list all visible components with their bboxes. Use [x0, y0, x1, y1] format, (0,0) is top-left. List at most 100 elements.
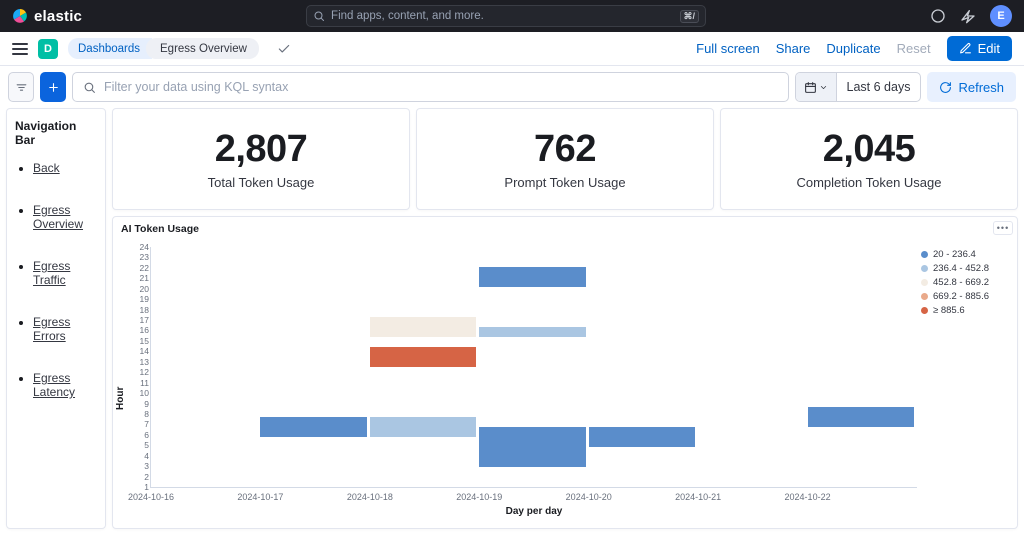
panel-options-icon[interactable]: ••• — [993, 221, 1013, 235]
y-tick: 24 — [133, 242, 149, 252]
kql-placeholder: Filter your data using KQL syntax — [104, 80, 288, 94]
heatmap-cell[interactable] — [370, 347, 476, 367]
y-tick: 10 — [133, 388, 149, 398]
metric-label: Prompt Token Usage — [504, 175, 625, 190]
edit-button[interactable]: Edit — [947, 36, 1012, 61]
calendar-icon — [796, 73, 837, 101]
integrations-icon[interactable] — [960, 8, 976, 24]
brand-label: elastic — [34, 8, 82, 25]
elastic-logo-icon — [12, 8, 28, 24]
y-tick: 11 — [133, 378, 149, 388]
legend-swatch — [921, 251, 928, 258]
global-header: elastic Find apps, content, and more. ⌘/… — [0, 0, 1024, 32]
sidebar-item-latency[interactable]: Egress Latency — [33, 371, 97, 399]
legend-item[interactable]: 236.4 - 452.8 — [921, 263, 1013, 274]
x-tick: 2024-10-20 — [566, 492, 612, 502]
kql-input[interactable]: Filter your data using KQL syntax — [72, 72, 789, 102]
heatmap-cell[interactable] — [370, 417, 476, 437]
legend-label: 236.4 - 452.8 — [933, 263, 989, 274]
y-tick: 9 — [133, 399, 149, 409]
metric-label: Total Token Usage — [208, 175, 315, 190]
y-tick: 12 — [133, 367, 149, 377]
legend-label: 452.8 - 669.2 — [933, 277, 989, 288]
metric-value: 2,807 — [215, 128, 308, 171]
add-filter-button[interactable] — [40, 72, 66, 102]
legend-swatch — [921, 279, 928, 286]
y-tick: 19 — [133, 294, 149, 304]
y-tick: 1 — [133, 482, 149, 492]
ai-token-usage-panel: AI Token Usage ••• Hour Day per day 1234… — [112, 216, 1018, 529]
y-tick: 13 — [133, 357, 149, 367]
sidebar-title: Navigation Bar — [15, 119, 97, 147]
x-axis-label: Day per day — [506, 506, 563, 517]
y-tick: 20 — [133, 284, 149, 294]
heatmap-cell[interactable] — [589, 427, 695, 447]
legend-label: 669.2 - 885.6 — [933, 291, 989, 302]
sidebar-item-overview[interactable]: Egress Overview — [33, 203, 97, 231]
refresh-button[interactable]: Refresh — [927, 72, 1016, 102]
date-picker[interactable]: Last 6 days — [795, 72, 922, 102]
breadcrumb: Dashboards Egress Overview — [68, 38, 259, 59]
y-tick: 7 — [133, 419, 149, 429]
saved-check-icon — [277, 42, 291, 56]
dashboards-app-badge[interactable]: D — [38, 39, 58, 59]
metric-value: 762 — [534, 128, 596, 171]
sidebar-item-errors[interactable]: Egress Errors — [33, 315, 97, 343]
filter-toggle-button[interactable] — [8, 72, 34, 102]
app-toolbar: D Dashboards Egress Overview Full screen… — [0, 32, 1024, 66]
heatmap-cell[interactable] — [260, 417, 366, 437]
chevron-down-icon — [819, 83, 828, 92]
color-legend: 20 - 236.4 236.4 - 452.8 452.8 - 669.2 669.… — [921, 249, 1013, 319]
heatmap-cell[interactable] — [479, 427, 585, 467]
legend-item[interactable]: 452.8 - 669.2 — [921, 277, 1013, 288]
fullscreen-button[interactable]: Full screen — [696, 41, 760, 56]
legend-label: ≥ 885.6 — [933, 305, 965, 316]
sidebar-item-traffic[interactable]: Egress Traffic — [33, 259, 97, 287]
legend-swatch — [921, 307, 928, 314]
duplicate-button[interactable]: Duplicate — [826, 41, 880, 56]
help-icon[interactable] — [930, 8, 946, 24]
metric-label: Completion Token Usage — [796, 175, 941, 190]
panel-title: AI Token Usage — [113, 217, 1017, 241]
metric-completion-tokens: 2,045 Completion Token Usage — [720, 108, 1018, 210]
avatar[interactable]: E — [990, 5, 1012, 27]
heatmap-plot[interactable]: Day per day 1234567891011121314151617181… — [150, 247, 917, 488]
sidebar-item-back[interactable]: Back — [33, 161, 97, 175]
breadcrumb-current[interactable]: Egress Overview — [146, 38, 259, 59]
legend-item[interactable]: 20 - 236.4 — [921, 249, 1013, 260]
y-tick: 3 — [133, 461, 149, 471]
metric-prompt-tokens: 762 Prompt Token Usage — [416, 108, 714, 210]
metric-total-tokens: 2,807 Total Token Usage — [112, 108, 410, 210]
nav-menu-icon[interactable] — [12, 43, 28, 55]
keyboard-shortcut-badge: ⌘/ — [680, 10, 700, 23]
global-search-placeholder: Find apps, content, and more. — [331, 10, 673, 22]
y-tick: 18 — [133, 305, 149, 315]
metric-value: 2,045 — [823, 128, 916, 171]
heatmap-cell[interactable] — [479, 327, 585, 337]
share-button[interactable]: Share — [776, 41, 811, 56]
heatmap-cell[interactable] — [370, 317, 476, 337]
x-tick: 2024-10-19 — [456, 492, 502, 502]
y-tick: 5 — [133, 440, 149, 450]
legend-swatch — [921, 293, 928, 300]
reset-button[interactable]: Reset — [897, 41, 931, 56]
brand[interactable]: elastic — [12, 8, 82, 25]
legend-item[interactable]: ≥ 885.6 — [921, 305, 1013, 316]
navigation-sidebar: Navigation Bar Back Egress Overview Egre… — [6, 108, 106, 529]
global-search[interactable]: Find apps, content, and more. ⌘/ — [306, 5, 706, 27]
y-tick: 14 — [133, 346, 149, 356]
heatmap-cell[interactable] — [808, 407, 914, 427]
breadcrumb-dashboards[interactable]: Dashboards — [68, 38, 152, 59]
sidebar-list: Back Egress Overview Egress Traffic Egre… — [15, 161, 97, 399]
filter-bar: Filter your data using KQL syntax Last 6… — [0, 66, 1024, 108]
y-tick: 17 — [133, 315, 149, 325]
heatmap-cell[interactable] — [479, 267, 585, 287]
legend-label: 20 - 236.4 — [933, 249, 976, 260]
refresh-label: Refresh — [958, 80, 1004, 95]
legend-item[interactable]: 669.2 - 885.6 — [921, 291, 1013, 302]
y-tick: 21 — [133, 273, 149, 283]
x-tick: 2024-10-18 — [347, 492, 393, 502]
y-tick: 22 — [133, 263, 149, 273]
x-tick: 2024-10-17 — [237, 492, 283, 502]
y-axis-label: Hour — [113, 241, 128, 528]
